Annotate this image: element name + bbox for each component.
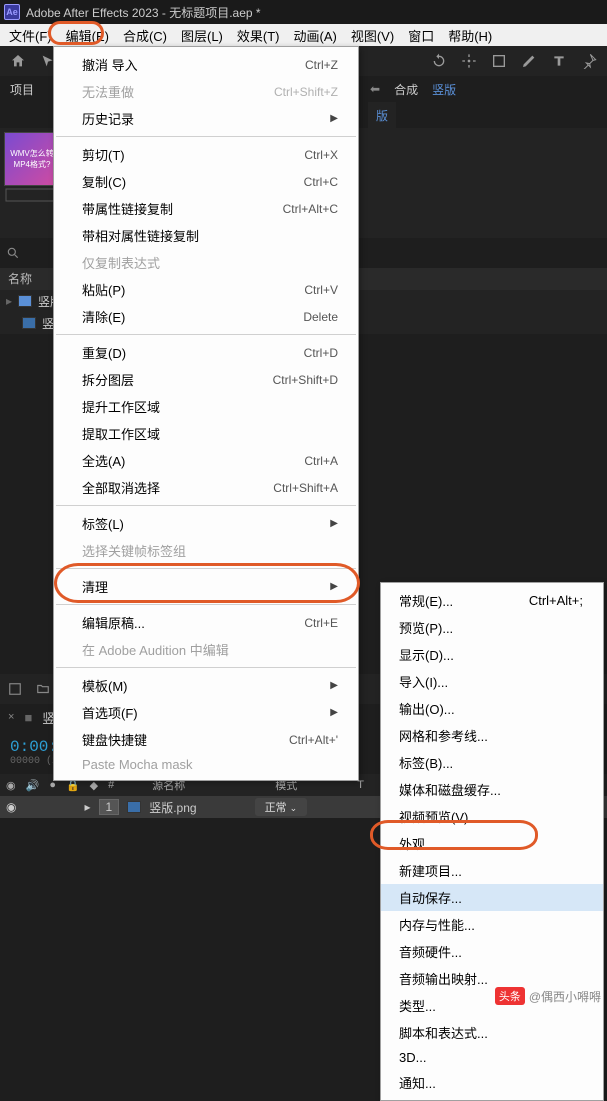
comp-icon xyxy=(18,295,32,307)
menu-view[interactable]: 视图(V) xyxy=(344,24,401,47)
menu-item[interactable]: 全选(A)Ctrl+A xyxy=(54,447,358,474)
menu-item[interactable]: 带相对属性链接复制 xyxy=(54,222,358,249)
menu-item: 无法重做Ctrl+Shift+Z xyxy=(54,78,358,105)
submenu-item[interactable]: 3D... xyxy=(381,1046,603,1069)
attribution-author: @偶西小嘚嘚 xyxy=(529,988,601,1005)
menu-item[interactable]: 清除(E)Delete xyxy=(54,303,358,330)
speaker-col-icon[interactable]: 🔊 xyxy=(26,779,40,792)
menu-item[interactable]: 清理▶ xyxy=(54,573,358,600)
attribution-badge: 头条 xyxy=(495,987,525,1005)
home-icon[interactable] xyxy=(4,48,32,74)
submenu-item[interactable]: 自动保存... xyxy=(381,884,603,911)
app-title: Adobe After Effects 2023 - 无标题项目.aep * xyxy=(26,4,261,21)
submenu-item[interactable]: 通知... xyxy=(381,1069,603,1096)
chevron-right-icon: ▶ xyxy=(330,680,338,691)
submenu-item[interactable]: 输出(O)... xyxy=(381,695,603,722)
comp-name-link[interactable]: 竖版 xyxy=(432,81,456,98)
search-icon[interactable] xyxy=(6,246,20,260)
chevron-right-icon: ▶ xyxy=(330,113,338,124)
submenu-item[interactable]: 新建项目... xyxy=(381,857,603,884)
submenu-item[interactable]: 音频硬件... xyxy=(381,938,603,965)
menu-edit[interactable]: 编辑(E) xyxy=(59,24,116,47)
menu-item[interactable]: 重复(D)Ctrl+D xyxy=(54,339,358,366)
chevron-right-icon: ▶ xyxy=(330,581,338,592)
anchor-icon[interactable] xyxy=(455,48,483,74)
menu-window[interactable]: 窗口 xyxy=(401,24,441,47)
chevron-right-icon: ▶ xyxy=(330,518,338,529)
footage-icon xyxy=(22,317,36,329)
submenu-item[interactable]: 外观... xyxy=(381,830,603,857)
menu-item[interactable]: 撤消 导入Ctrl+Z xyxy=(54,51,358,78)
submenu-item[interactable]: 标签(B)... xyxy=(381,749,603,776)
close-icon[interactable]: × xyxy=(8,711,14,723)
text-icon[interactable] xyxy=(545,48,573,74)
menu-layer[interactable]: 图层(L) xyxy=(174,24,230,47)
menu-item[interactable]: 全部取消选择Ctrl+Shift+A xyxy=(54,474,358,501)
comp-breadcrumb: 版 xyxy=(368,102,396,128)
attribution: 头条 @偶西小嘚嘚 xyxy=(495,987,601,1005)
submenu-item[interactable]: 网格和参考线... xyxy=(381,722,603,749)
comp-label: 合成 xyxy=(394,81,418,98)
menu-item: 仅复制表达式 xyxy=(54,249,358,276)
eye-col-icon[interactable]: ◉ xyxy=(6,779,16,792)
title-bar: Ae Adobe After Effects 2023 - 无标题项目.aep … xyxy=(0,0,607,24)
menu-item[interactable]: 提取工作区域 xyxy=(54,420,358,447)
project-thumbnail[interactable]: WMV怎么转MP4格式? xyxy=(4,132,60,186)
menu-item[interactable]: 键盘快捷键Ctrl+Alt+' xyxy=(54,726,358,753)
tab-project[interactable]: 项目 xyxy=(6,79,38,100)
menu-composition[interactable]: 合成(C) xyxy=(116,24,174,47)
breadcrumb-item[interactable]: 版 xyxy=(376,107,388,124)
submenu-item[interactable]: 显示(D)... xyxy=(381,641,603,668)
mask-icon[interactable] xyxy=(485,48,513,74)
alpha-icon xyxy=(4,186,60,204)
chevron-right-icon: ▶ xyxy=(330,707,338,718)
menu-file[interactable]: 文件(F) xyxy=(2,24,59,47)
submenu-item[interactable]: 视频预览(V)... xyxy=(381,803,603,830)
blend-mode-dropdown[interactable]: 正常 ⌄ xyxy=(255,798,308,816)
pin-icon[interactable] xyxy=(575,48,603,74)
menu-item[interactable]: 编辑原稿...Ctrl+E xyxy=(54,609,358,636)
menu-item[interactable]: 拆分图层Ctrl+Shift+D xyxy=(54,366,358,393)
layer-type-icon xyxy=(127,801,141,813)
menu-item: Paste Mocha mask xyxy=(54,753,358,776)
menu-item[interactable]: 历史记录▶ xyxy=(54,105,358,132)
submenu-item[interactable]: 预览(P)... xyxy=(381,614,603,641)
menu-item[interactable]: 标签(L)▶ xyxy=(54,510,358,537)
submenu-item[interactable]: 脚本和表达式... xyxy=(381,1019,603,1046)
menu-item: 选择关键帧标签组 xyxy=(54,537,358,564)
menu-item[interactable]: 模板(M)▶ xyxy=(54,672,358,699)
pen-icon[interactable] xyxy=(515,48,543,74)
layer-name[interactable]: 竖版.png xyxy=(149,799,196,816)
eye-icon[interactable]: ◉ xyxy=(6,800,16,814)
menu-item[interactable]: 带属性链接复制Ctrl+Alt+C xyxy=(54,195,358,222)
submenu-item[interactable]: 导入(I)... xyxy=(381,668,603,695)
interpret-icon[interactable] xyxy=(8,682,22,696)
submenu-item[interactable]: 媒体和磁盘缓存... xyxy=(381,776,603,803)
menu-effect[interactable]: 效果(T) xyxy=(230,24,287,47)
menu-item[interactable]: 粘贴(P)Ctrl+V xyxy=(54,276,358,303)
submenu-item[interactable]: 常规(E)...Ctrl+Alt+; xyxy=(381,587,603,614)
menu-help[interactable]: 帮助(H) xyxy=(441,24,499,47)
menu-bar: 文件(F) 编辑(E) 合成(C) 图层(L) 效果(T) 动画(A) 视图(V… xyxy=(0,24,607,46)
edit-menu-dropdown: 撤消 导入Ctrl+Z无法重做Ctrl+Shift+Z历史记录▶ 剪切(T)Ctr… xyxy=(53,46,359,781)
preferences-submenu: 常规(E)...Ctrl+Alt+;预览(P)...显示(D)...导入(I).… xyxy=(380,582,604,1101)
project-panel-tabs: 项目 xyxy=(0,76,60,102)
submenu-item[interactable]: 内存与性能... xyxy=(381,911,603,938)
folder-icon[interactable] xyxy=(36,682,50,696)
menu-item: 在 Adobe Audition 中编辑 xyxy=(54,636,358,663)
menu-item[interactable]: 首选项(F)▶ xyxy=(54,699,358,726)
menu-item[interactable]: 提升工作区域 xyxy=(54,393,358,420)
menu-item[interactable]: 剪切(T)Ctrl+X xyxy=(54,141,358,168)
menu-item[interactable]: 复制(C)Ctrl+C xyxy=(54,168,358,195)
menu-animation[interactable]: 动画(A) xyxy=(287,24,344,47)
rotate-icon[interactable] xyxy=(425,48,453,74)
app-icon: Ae xyxy=(4,4,20,20)
layer-number: 1 xyxy=(99,799,120,815)
